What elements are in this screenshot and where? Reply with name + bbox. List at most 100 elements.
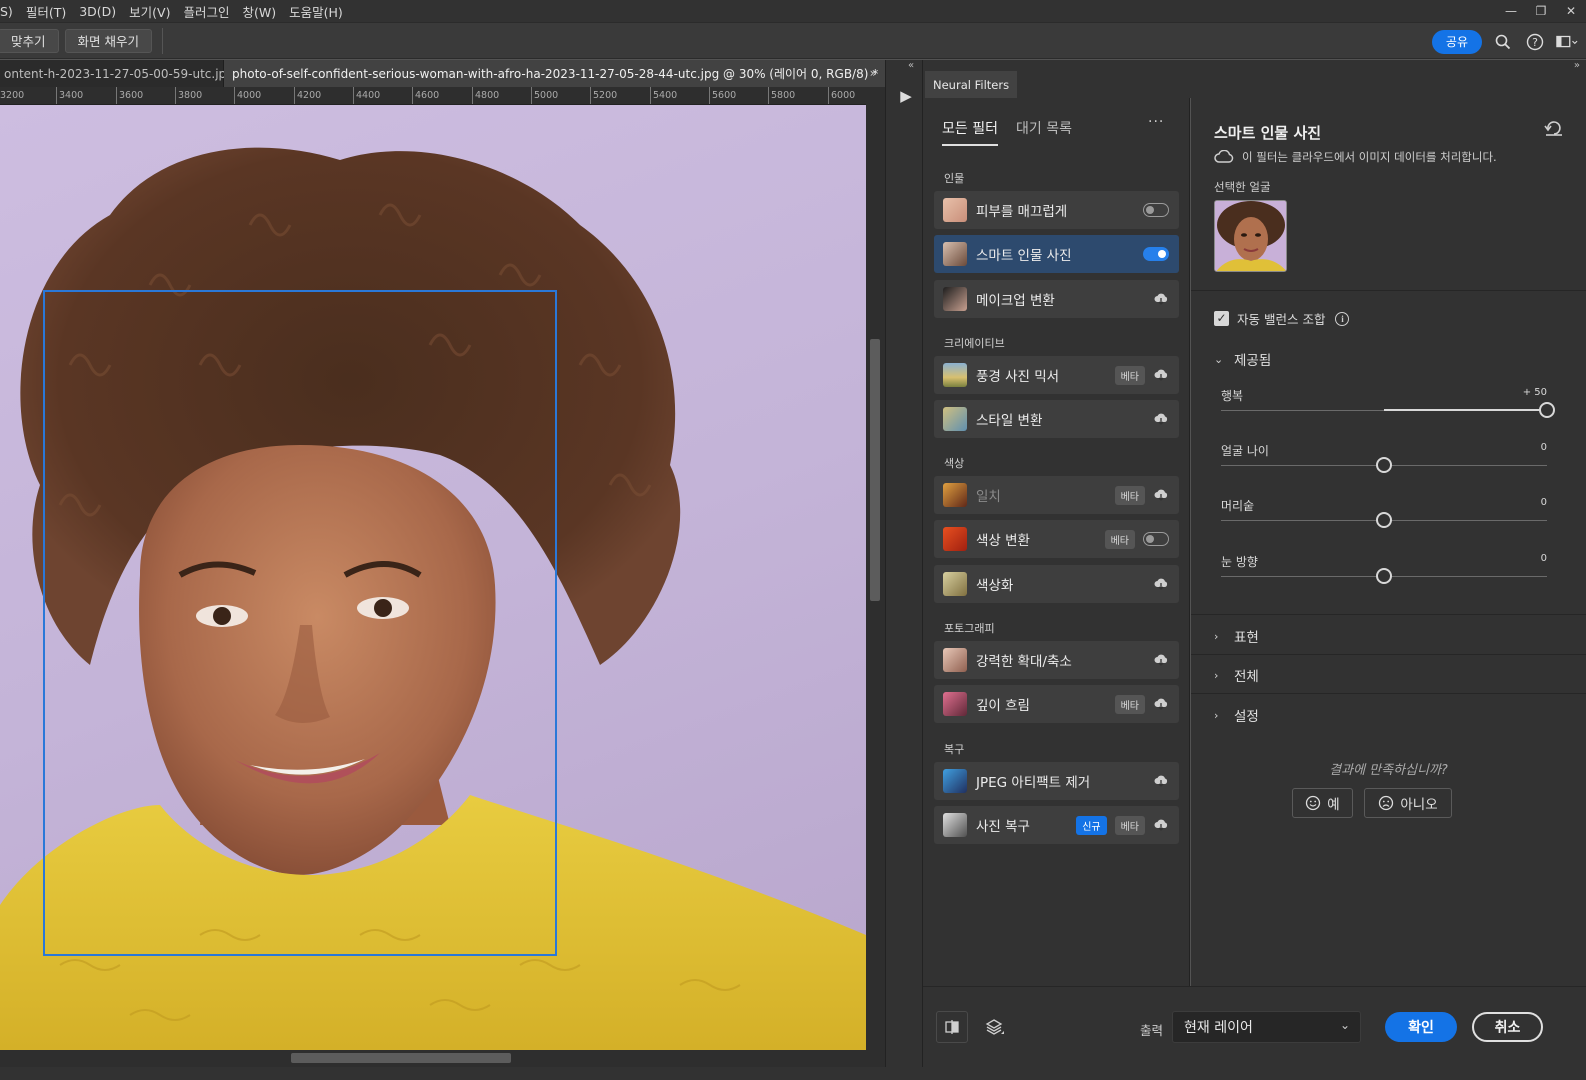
- workspace-icon[interactable]: [1556, 31, 1578, 53]
- share-button[interactable]: 공유: [1431, 29, 1482, 54]
- horizontal-ruler: 3200 3400 3600 3800 4000 4200 4400 4600 …: [0, 87, 866, 105]
- filter-label: 일치: [976, 489, 1001, 505]
- category-label: 크리에이티브: [944, 337, 1005, 350]
- section-label: 설정: [1234, 709, 1259, 725]
- slider-eye-direction[interactable]: 눈 방향 0: [1221, 553, 1547, 593]
- toggle-switch[interactable]: [1143, 203, 1169, 217]
- document-canvas[interactable]: [0, 105, 866, 1050]
- menu-view[interactable]: 보기(V): [129, 2, 170, 21]
- menu-3d[interactable]: 3D(D): [79, 4, 116, 19]
- scroll-thumb[interactable]: [870, 339, 880, 601]
- collapse-icon[interactable]: «: [908, 60, 914, 71]
- toggle-switch[interactable]: [1143, 247, 1169, 261]
- auto-balance-option[interactable]: ✓ 자동 밸런스 조합 i: [1214, 309, 1350, 328]
- expand-icon[interactable]: »: [1574, 60, 1580, 71]
- minimize-icon[interactable]: —: [1496, 0, 1526, 22]
- slider-handle[interactable]: [1376, 512, 1392, 528]
- play-icon[interactable]: ▶: [894, 84, 918, 108]
- filter-thumbnail: [943, 407, 967, 431]
- filter-item-super-zoom[interactable]: 강력한 확대/축소: [934, 641, 1179, 679]
- filter-item-makeup-transfer[interactable]: 메이크업 변환: [934, 280, 1179, 318]
- frown-icon: [1379, 795, 1394, 811]
- filter-label: 깊이 흐림: [976, 698, 1030, 714]
- info-icon[interactable]: i: [1335, 311, 1350, 326]
- slider-hair-thickness[interactable]: 머리숱 0: [1221, 497, 1547, 537]
- section-featured[interactable]: ⌄ 제공됨: [1214, 349, 1272, 370]
- filter-item-style-transfer[interactable]: 스타일 변환: [934, 400, 1179, 438]
- feedback-yes-button[interactable]: 예: [1292, 788, 1353, 818]
- filter-label: 스타일 변환: [976, 413, 1043, 429]
- slider-value: + 50: [1522, 387, 1547, 398]
- help-icon[interactable]: ?: [1524, 31, 1546, 53]
- cloud-download-icon[interactable]: [1153, 291, 1169, 307]
- slider-handle[interactable]: [1376, 457, 1392, 473]
- tab-wait-list[interactable]: 대기 목록: [1016, 118, 1072, 146]
- feedback-yes-label: 예: [1327, 797, 1340, 813]
- filter-item-colorize[interactable]: 색상화: [934, 565, 1179, 603]
- section-settings[interactable]: › 설정: [1214, 705, 1259, 726]
- ok-button[interactable]: 확인: [1385, 1012, 1457, 1042]
- menu-help[interactable]: 도움말(H): [289, 2, 343, 21]
- document-tab-active[interactable]: photo-of-self-confident-serious-woman-wi…: [224, 60, 903, 87]
- restore-icon[interactable]: ❐: [1526, 0, 1556, 22]
- filter-item-landscape-mixer[interactable]: 풍경 사진 믹서 베타: [934, 356, 1179, 394]
- fit-button[interactable]: 맞추기: [0, 28, 59, 53]
- filter-item-harmonization[interactable]: 일치 베타: [934, 476, 1179, 514]
- reset-icon[interactable]: [1544, 120, 1564, 140]
- cloud-download-icon[interactable]: [1153, 487, 1169, 503]
- feedback-no-button[interactable]: 아니오: [1364, 788, 1452, 818]
- slider-handle[interactable]: [1539, 402, 1555, 418]
- scroll-thumb[interactable]: [291, 1053, 511, 1063]
- slider-happiness[interactable]: 행복 + 50: [1221, 387, 1555, 427]
- filter-item-jpeg-artifact-removal[interactable]: JPEG 아티팩트 제거: [934, 762, 1179, 800]
- horizontal-scrollbar[interactable]: [0, 1050, 866, 1067]
- feedback-no-label: 아니오: [1400, 797, 1438, 813]
- cloud-icon: [1214, 150, 1234, 163]
- filter-thumbnail: [943, 483, 967, 507]
- selected-face-thumbnail[interactable]: [1214, 200, 1287, 272]
- filter-item-depth-blur[interactable]: 깊이 흐림 베타: [934, 685, 1179, 723]
- filter-settings-panel: 스마트 인물 사진 이 필터는 클라우드에서 이미지 데이터를 처리합니다. 선…: [1191, 98, 1586, 986]
- slider-handle[interactable]: [1376, 568, 1392, 584]
- document-tabs: ontent-h-2023-11-27-05-00-59-utc.jpg ✕ p…: [0, 60, 903, 87]
- section-global[interactable]: › 전체: [1214, 665, 1259, 686]
- filter-label: 메이크업 변환: [976, 293, 1055, 309]
- section-label: 표현: [1234, 630, 1259, 646]
- cloud-download-icon[interactable]: [1153, 576, 1169, 592]
- menu-filter[interactable]: 필터(T): [26, 2, 66, 21]
- menu-window[interactable]: 창(W): [243, 2, 277, 21]
- vertical-scrollbar[interactable]: [866, 87, 885, 1050]
- face-selection-box[interactable]: [43, 290, 557, 956]
- divider: [1191, 693, 1586, 694]
- compare-icon[interactable]: [936, 1011, 968, 1043]
- slider-facial-age[interactable]: 얼굴 나이 0: [1221, 442, 1547, 482]
- more-options-icon[interactable]: ···: [1148, 114, 1164, 130]
- category-label: 복구: [944, 743, 965, 756]
- menu-plugins[interactable]: 플러그인: [183, 2, 229, 21]
- cloud-download-icon[interactable]: [1153, 817, 1169, 833]
- section-expression[interactable]: › 표현: [1214, 626, 1259, 647]
- cloud-download-icon[interactable]: [1153, 367, 1169, 383]
- cloud-download-icon[interactable]: [1153, 773, 1169, 789]
- cloud-download-icon[interactable]: [1153, 696, 1169, 712]
- filter-item-smart-portrait[interactable]: 스마트 인물 사진: [934, 235, 1179, 273]
- filter-item-color-transfer[interactable]: 색상 변환 베타: [934, 520, 1179, 558]
- fill-screen-button[interactable]: 화면 채우기: [64, 28, 152, 53]
- checkbox-checked[interactable]: ✓: [1214, 311, 1229, 326]
- document-tab[interactable]: ontent-h-2023-11-27-05-00-59-utc.jpg ✕: [0, 60, 249, 87]
- toggle-switch[interactable]: [1143, 532, 1169, 546]
- tab-all-filters[interactable]: 모든 필터: [942, 118, 998, 146]
- tab-overflow-icon[interactable]: »: [870, 66, 877, 80]
- search-icon[interactable]: [1492, 31, 1514, 53]
- tab-neural-filters[interactable]: Neural Filters: [925, 71, 1018, 98]
- section-label: 제공됨: [1234, 353, 1272, 369]
- filter-item-photo-restoration[interactable]: 사진 복구 신규 베타: [934, 806, 1179, 844]
- filter-item-smooth-skin[interactable]: 피부를 매끄럽게: [934, 191, 1179, 229]
- menu-item-partial[interactable]: S): [0, 4, 13, 19]
- cancel-button[interactable]: 취소: [1472, 1012, 1543, 1042]
- cloud-download-icon[interactable]: [1153, 652, 1169, 668]
- layers-icon[interactable]: [979, 1011, 1011, 1043]
- close-icon[interactable]: ✕: [1556, 0, 1586, 22]
- cloud-download-icon[interactable]: [1153, 411, 1169, 427]
- output-select[interactable]: 현재 레이어 ⌄: [1172, 1011, 1361, 1043]
